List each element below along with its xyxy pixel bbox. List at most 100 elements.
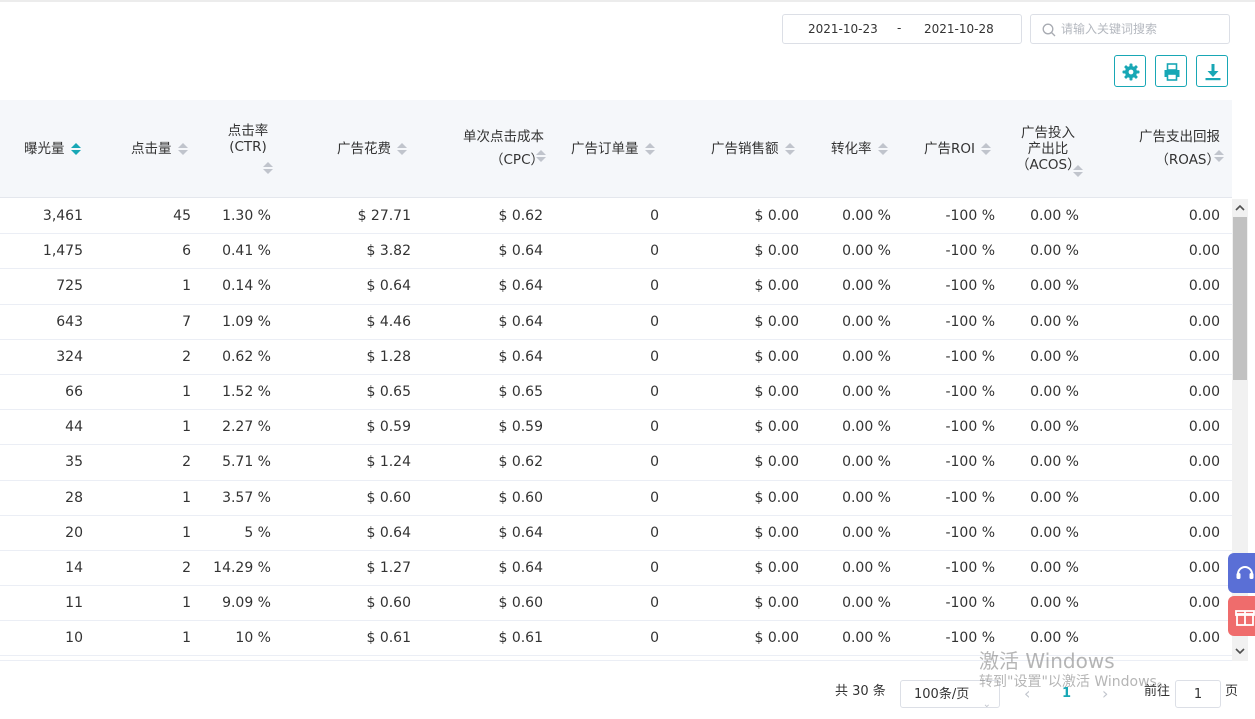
table-row: 3,461 45 1.30 % $ 27.71 $ 0.62 0 $ 0.00 0.00 % -… [0,199,1232,235]
cell-cvr: 0.00 % [842,243,891,260]
sort-icon[interactable] [1214,149,1224,163]
cell-cpc: $ 0.62 [498,454,543,471]
cell-spend: $ 0.64 [366,524,411,541]
cell-clicks: 45 [173,208,191,224]
table-row: 1,475 6 0.41 % $ 3.82 $ 0.64 0 $ 0.00 0.00 % -10… [0,234,1232,270]
cell-orders: 0 [650,313,659,330]
column-header-acos[interactable]: 广告投入产出比（ACOS） [1016,100,1086,198]
cell-roas: 0.00 [1188,419,1220,436]
cell-clicks: 1 [182,595,191,612]
support-button[interactable] [1228,553,1255,593]
cell-impressions: 44 [65,419,83,436]
date-range-picker[interactable]: 2021-10-23 - 2021-10-28 [782,14,1022,44]
cell-cpc: $ 0.64 [498,524,543,541]
gift-button[interactable] [1228,596,1255,636]
print-button[interactable] [1155,55,1187,87]
cell-impressions: 643 [56,313,83,330]
cell-clicks: 7 [182,313,191,330]
column-header-roas[interactable]: 广告支出回报（ROAS） [1108,100,1224,198]
cell-cvr: 0.00 % [842,559,891,576]
cell-roi: -100 % [945,243,995,260]
table-body: 3,461 45 1.30 % $ 27.71 $ 0.62 0 $ 0.00 0.00 % -… [0,199,1232,657]
sort-icon[interactable] [263,161,273,175]
cell-cvr: 0.00 % [842,419,891,436]
cell-orders: 0 [650,595,659,612]
column-header-roi[interactable]: 广告ROI [924,100,999,198]
cell-roi: -100 % [945,454,995,471]
sort-icon[interactable] [177,142,188,156]
date-start[interactable]: 2021-10-23 [808,22,878,36]
table-row: 725 1 0.14 % $ 0.64 $ 0.64 0 $ 0.00 0.00 % -100 … [0,269,1232,305]
cell-cpc: $ 0.64 [498,348,543,365]
scroll-up-arrow-icon[interactable] [1235,203,1245,213]
cell-roas: 0.00 [1188,208,1220,224]
cell-orders: 0 [650,243,659,260]
cell-orders: 0 [650,278,659,295]
cell-orders: 0 [650,630,659,647]
sort-icon[interactable] [877,142,888,156]
sort-icon[interactable] [536,149,546,163]
column-header-clicks[interactable]: 点击量 [131,100,201,198]
cell-sales: $ 0.00 [754,243,799,260]
cell-orders: 0 [650,208,659,224]
table-row: 11 1 9.09 % $ 0.60 $ 0.60 0 $ 0.00 0.00 % -100 %… [0,586,1232,622]
cell-orders: 0 [650,454,659,471]
column-header-ctr[interactable]: 点击率(CTR) [220,100,276,198]
table-row: 28 1 3.57 % $ 0.60 $ 0.60 0 $ 0.00 0.00 % -100 %… [0,481,1232,516]
cell-clicks: 1 [182,278,191,295]
table-row: 14 2 14.29 % $ 1.27 $ 0.64 0 $ 0.00 0.00 % -100 … [0,551,1232,587]
total-count: 共 30 条 [835,684,886,699]
cell-clicks: 2 [182,454,191,471]
cell-sales: $ 0.00 [754,348,799,365]
cell-ctr: 3.57 % [222,489,271,506]
search-icon [1042,23,1056,37]
cell-cpc: $ 0.65 [498,383,543,400]
cell-acos: 0.00 % [1030,454,1079,471]
cell-spend: $ 0.60 [366,595,411,612]
cell-clicks: 1 [182,630,191,647]
cell-sales: $ 0.00 [754,383,799,400]
cell-roas: 0.00 [1188,489,1220,506]
cell-roi: -100 % [945,524,995,541]
column-header-impressions[interactable]: 曝光量 [24,100,94,198]
settings-button[interactable] [1114,55,1146,87]
column-header-sales[interactable]: 广告销售额 [711,100,806,198]
search-input[interactable] [1061,19,1221,39]
table-header: 曝光量 点击量 点击率(CTR) 广告花费 单次点击成本（CPC） 广告订单量 … [0,100,1232,198]
cell-acos: 0.00 % [1030,243,1079,260]
cell-sales: $ 0.00 [754,208,799,224]
date-end[interactable]: 2021-10-28 [924,22,994,36]
cell-spend: $ 0.65 [366,383,411,400]
sort-icon[interactable] [981,142,991,156]
cell-roas: 0.00 [1188,630,1220,647]
sort-icon[interactable] [1073,164,1083,178]
cell-impressions: 324 [56,348,83,365]
column-header-spend[interactable]: 广告花费 [337,100,417,198]
sort-icon[interactable] [397,142,407,156]
cell-cvr: 0.00 % [842,348,891,365]
table-row: 324 2 0.62 % $ 1.28 $ 0.64 0 $ 0.00 0.00 % -100 … [0,340,1232,375]
cell-ctr: 1.52 % [222,383,271,400]
cell-impressions: 11 [65,595,83,612]
cell-cvr: 0.00 % [842,595,891,612]
cell-cpc: $ 0.62 [498,208,543,224]
cell-impressions: 66 [65,383,83,400]
sort-icon[interactable] [784,142,795,156]
scroll-down-arrow-icon[interactable] [1235,646,1245,656]
cell-cpc: $ 0.64 [498,559,543,576]
cell-impressions: 28 [65,489,83,506]
sort-icon[interactable] [70,142,81,156]
search-box[interactable] [1030,14,1230,44]
cell-roi: -100 % [945,419,995,436]
column-header-cvr[interactable]: 转化率 [831,100,896,198]
cell-sales: $ 0.00 [754,524,799,541]
column-header-orders[interactable]: 广告订单量 [571,100,666,198]
cell-cvr: 0.00 % [842,524,891,541]
cell-cvr: 0.00 % [842,313,891,330]
column-header-cpc[interactable]: 单次点击成本（CPC） [434,100,546,198]
download-button[interactable] [1196,55,1228,87]
sort-icon[interactable] [644,142,655,156]
cell-sales: $ 0.00 [754,559,799,576]
cell-roi: -100 % [945,559,995,576]
scrollbar-thumb[interactable] [1233,217,1247,380]
